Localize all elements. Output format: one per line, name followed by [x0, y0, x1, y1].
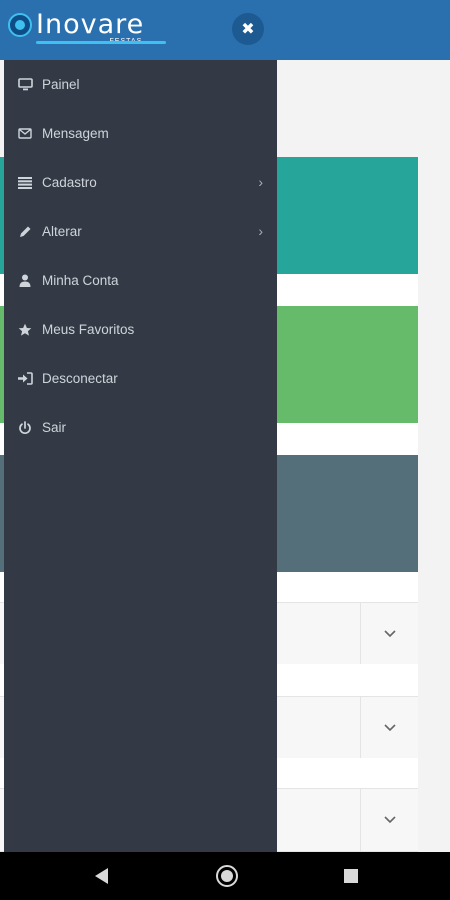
list-icon [17, 175, 33, 191]
close-menu-button[interactable]: ✖ [232, 13, 264, 45]
logo-swoosh [36, 41, 166, 44]
power-icon [17, 420, 33, 436]
menu-item-label: Alterar [42, 224, 82, 239]
accordion-toggle[interactable] [360, 697, 418, 759]
home-icon[interactable] [216, 865, 238, 887]
inovare-logo: Inovare FESTAS [8, 6, 198, 46]
side-drawer: Painel Mensagem Cadastro › Alterar › Min… [4, 60, 277, 852]
monitor-icon [17, 77, 33, 93]
back-icon[interactable] [95, 868, 108, 884]
user-icon [17, 273, 33, 289]
menu-item-label: Cadastro [42, 175, 97, 190]
sign-in-icon [17, 371, 33, 387]
accordion-toggle[interactable] [360, 603, 418, 665]
menu-item-minha-conta[interactable]: Minha Conta [4, 256, 277, 305]
pencil-icon [17, 224, 33, 240]
globe-icon [8, 13, 32, 37]
menu-item-cadastro[interactable]: Cadastro › [4, 158, 277, 207]
menu-item-label: Sair [42, 420, 67, 435]
system-nav-bar [0, 852, 450, 900]
recent-apps-icon[interactable] [344, 869, 358, 883]
app-header: Inovare FESTAS ✖ [0, 0, 450, 60]
menu-item-label: Desconectar [42, 371, 118, 386]
chevron-down-icon [383, 724, 396, 732]
menu-item-label: Painel [42, 77, 80, 92]
envelope-icon [17, 126, 33, 142]
chevron-down-icon [383, 630, 396, 638]
logo-wordmark: Inovare FESTAS [36, 9, 145, 46]
chevron-right-icon: › [258, 174, 263, 190]
star-icon [17, 322, 33, 338]
menu-item-label: Mensagem [42, 126, 109, 141]
menu-item-label: Minha Conta [42, 273, 119, 288]
close-icon: ✖ [241, 21, 255, 38]
menu-item-painel[interactable]: Painel [4, 60, 277, 109]
chevron-right-icon: › [258, 223, 263, 239]
drawer-menu: Painel Mensagem Cadastro › Alterar › Min… [4, 60, 277, 452]
menu-item-desconectar[interactable]: Desconectar [4, 354, 277, 403]
logo-text: Inovare [36, 9, 145, 40]
chevron-down-icon [383, 816, 396, 824]
menu-item-sair[interactable]: Sair [4, 403, 277, 452]
menu-item-label: Meus Favoritos [42, 322, 135, 337]
accordion-toggle[interactable] [360, 789, 418, 851]
menu-item-meus-favoritos[interactable]: Meus Favoritos [4, 305, 277, 354]
menu-item-alterar[interactable]: Alterar › [4, 207, 277, 256]
menu-item-mensagem[interactable]: Mensagem [4, 109, 277, 158]
